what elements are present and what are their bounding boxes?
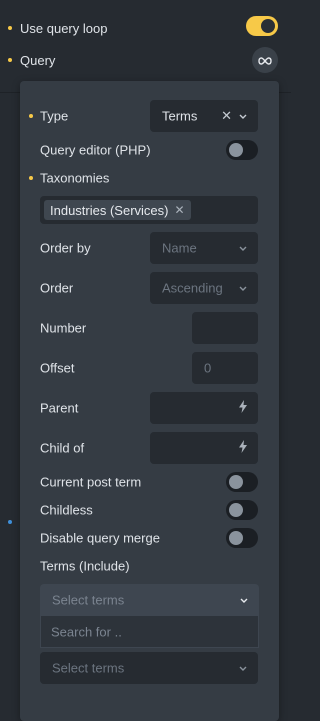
- type-select[interactable]: Terms ✕: [150, 100, 258, 132]
- terms-include-placeholder: Select terms: [52, 592, 125, 608]
- terms-include-row: Terms (Include): [20, 550, 279, 582]
- order-by-row: Order by Name: [20, 232, 279, 264]
- query-editor-label: Query editor (PHP): [40, 142, 151, 158]
- terms-exclude-select[interactable]: Select terms: [40, 652, 258, 684]
- taxonomy-tag: Industries (Services) ✕: [44, 200, 191, 220]
- changed-indicator-dot: [29, 176, 33, 180]
- query-toggle-button[interactable]: [252, 47, 278, 73]
- offset-row: Offset 0: [20, 352, 279, 384]
- query-row: Query: [0, 48, 291, 72]
- terms-include-label: Terms (Include): [40, 558, 130, 574]
- infinity-icon: [258, 53, 272, 68]
- query-label: Query: [20, 52, 56, 68]
- toggle-knob: [229, 143, 243, 157]
- parent-input[interactable]: [150, 392, 258, 424]
- query-editor-toggle[interactable]: [226, 140, 258, 160]
- query-settings-panel: Type Terms ✕ Query editor (PHP) Taxonomi…: [20, 81, 279, 721]
- chevron-down-icon: [238, 243, 248, 253]
- use-query-loop-toggle[interactable]: [246, 16, 278, 36]
- chevron-down-icon: [238, 283, 248, 293]
- disable-query-merge-toggle[interactable]: [226, 528, 258, 548]
- disable-query-merge-label: Disable query merge: [40, 530, 160, 546]
- order-by-value: Name: [162, 240, 197, 256]
- type-select-value: Terms: [162, 108, 198, 124]
- order-label: Order: [40, 280, 74, 296]
- taxonomies-row: Taxonomies: [20, 162, 279, 194]
- order-by-label: Order by: [40, 240, 91, 256]
- child-of-input[interactable]: [150, 432, 258, 464]
- current-post-term-label: Current post term: [40, 474, 142, 490]
- terms-exclude-placeholder: Select terms: [52, 660, 125, 676]
- taxonomy-tag-label: Industries (Services): [50, 202, 169, 218]
- order-by-select[interactable]: Name: [150, 232, 258, 264]
- remove-tag-icon[interactable]: ✕: [174, 203, 184, 217]
- parent-row: Parent: [20, 392, 279, 424]
- dynamic-data-bolt-icon[interactable]: [238, 440, 248, 456]
- offset-label: Offset: [40, 360, 75, 376]
- offset-placeholder: 0: [204, 360, 212, 376]
- terms-include-select[interactable]: Select terms: [40, 584, 259, 616]
- order-value: Ascending: [162, 280, 223, 296]
- childless-toggle[interactable]: [226, 500, 258, 520]
- clear-icon[interactable]: ✕: [221, 108, 232, 124]
- number-row: Number: [20, 312, 279, 344]
- number-label: Number: [40, 320, 87, 336]
- chevron-down-icon: [238, 663, 248, 673]
- blue-indicator-dot: [8, 520, 12, 524]
- type-row: Type Terms ✕: [20, 100, 279, 132]
- child-of-label: Child of: [40, 440, 85, 456]
- dynamic-data-bolt-icon[interactable]: [238, 400, 248, 416]
- terms-search-input[interactable]: Search for ..: [40, 616, 259, 648]
- order-row: Order Ascending: [20, 272, 279, 304]
- child-of-row: Child of: [20, 432, 279, 464]
- chevron-down-icon: [238, 111, 248, 121]
- chevron-down-icon: [239, 595, 249, 605]
- parent-label: Parent: [40, 400, 79, 416]
- number-input[interactable]: [192, 312, 258, 344]
- changed-indicator-dot: [29, 114, 33, 118]
- toggle-knob: [229, 531, 243, 545]
- order-select[interactable]: Ascending: [150, 272, 258, 304]
- offset-input[interactable]: 0: [192, 352, 258, 384]
- current-post-term-toggle[interactable]: [226, 472, 258, 492]
- terms-search-placeholder: Search for ..: [51, 624, 122, 639]
- childless-label: Childless: [40, 502, 93, 518]
- toggle-knob: [261, 19, 275, 33]
- toggle-knob: [229, 503, 243, 517]
- taxonomies-multiselect[interactable]: Industries (Services) ✕: [40, 196, 258, 224]
- taxonomies-label: Taxonomies: [40, 170, 110, 186]
- use-query-loop-label: Use query loop: [20, 20, 108, 36]
- toggle-knob: [229, 475, 243, 489]
- type-label: Type: [40, 108, 69, 124]
